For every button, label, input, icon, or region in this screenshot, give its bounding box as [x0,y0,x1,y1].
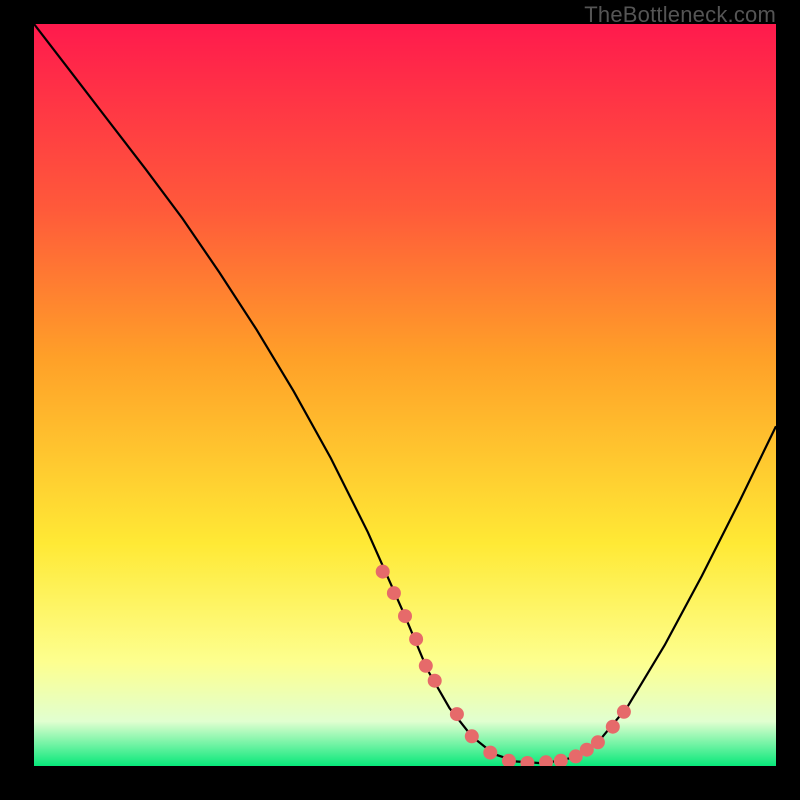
marker-dot [591,735,605,749]
marker-dot [617,705,631,719]
marker-dot [409,632,423,646]
marker-dot [606,720,620,734]
plot-area [34,24,776,766]
gradient-background [34,24,776,766]
marker-dot [398,609,412,623]
chart-frame: TheBottleneck.com [0,0,800,800]
marker-dot [465,729,479,743]
marker-dot [450,707,464,721]
marker-dot [387,586,401,600]
chart-svg [34,24,776,766]
marker-dot [419,659,433,673]
marker-dot [376,565,390,579]
marker-dot [428,674,442,688]
marker-dot [483,746,497,760]
